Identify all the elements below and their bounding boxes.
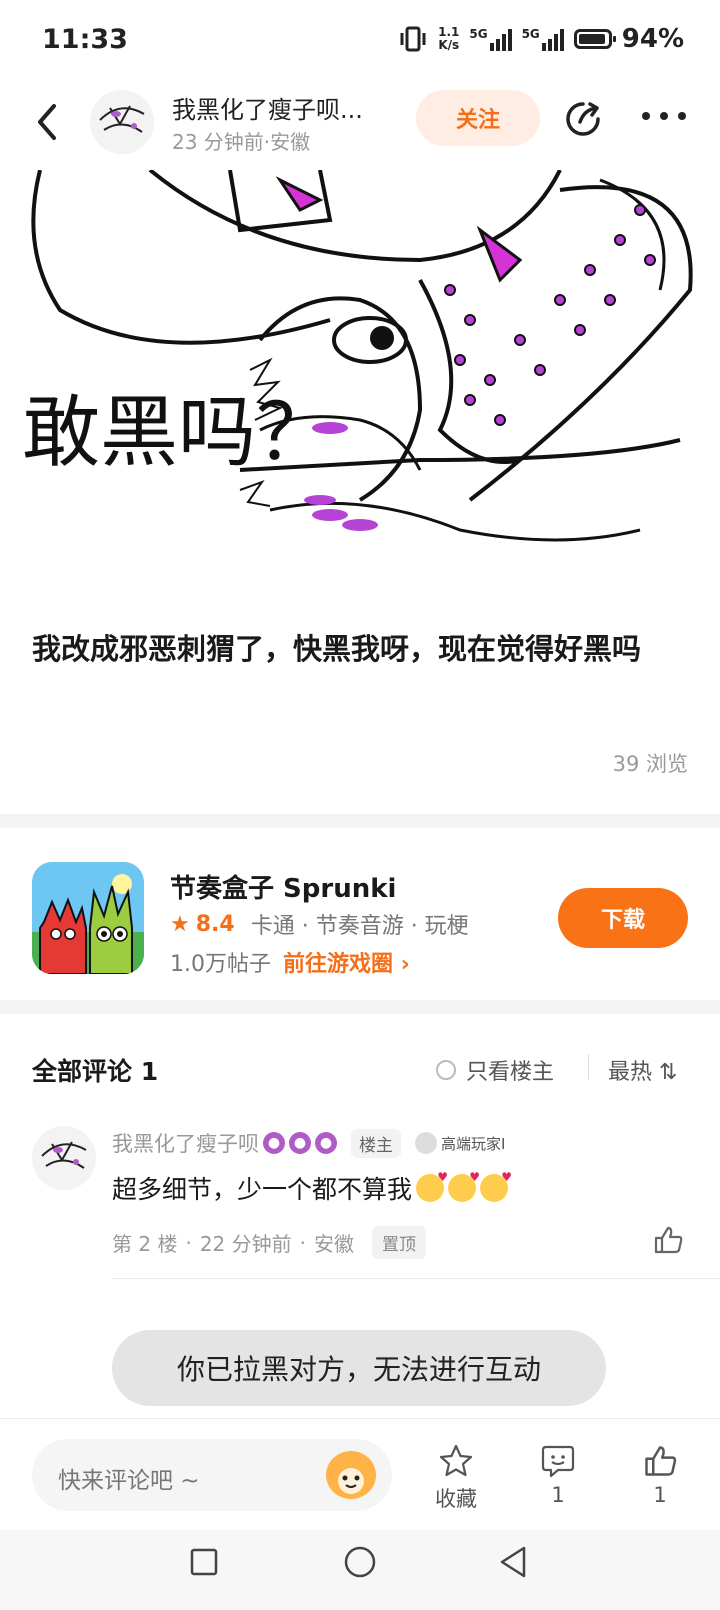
game-icon[interactable] <box>32 862 144 974</box>
share-icon[interactable] <box>562 98 604 140</box>
view-count: 39 浏览 <box>612 752 688 776</box>
smiling-hearts-emoji-icon <box>480 1170 512 1202</box>
image-caption: 敢黑吗？ <box>22 388 335 478</box>
follow-button[interactable]: 关注 <box>416 90 540 146</box>
net-speed: 1.1 K/s <box>438 25 460 52</box>
comment-divider <box>112 1278 720 1279</box>
blocked-toast: 你已拉黑对方，无法进行互动 <box>112 1330 606 1406</box>
comment-author[interactable]: 我黑化了瘦子呗 <box>112 1128 259 1158</box>
smiling-hearts-emoji-icon <box>416 1170 448 1202</box>
comment-bubble-icon <box>541 1445 575 1478</box>
post-meta: 23 分钟前·安徽 <box>172 130 311 154</box>
status-bar: 11:33 1.1 K/s 5G 5G 94% <box>0 0 720 80</box>
battery-level: 94% <box>621 24 684 54</box>
comment-input[interactable]: 快来评论吧 ~ <box>32 1439 392 1511</box>
section-divider <box>0 1000 720 1014</box>
only-op-toggle[interactable]: 只看楼主 <box>436 1054 554 1086</box>
sort-icon: ⇅ <box>659 1060 678 1085</box>
comments-button[interactable]: 1 <box>518 1443 598 1507</box>
status-icons: 1.1 K/s 5G 5G 94% <box>398 24 684 54</box>
game-title[interactable]: 节奏盒子 Sprunki <box>170 868 396 905</box>
devil-emoji-icon: ● <box>315 1132 337 1154</box>
game-tags: 卡通 · 节奏音游 · 玩梗 <box>250 914 469 939</box>
clock: 11:33 <box>42 24 128 55</box>
vibrate-icon <box>400 26 426 52</box>
battery-icon <box>573 29 616 49</box>
level-avatar-icon <box>415 1132 437 1154</box>
favorite-button[interactable]: 收藏 <box>416 1443 496 1513</box>
download-button[interactable]: 下载 <box>558 888 688 948</box>
star-outline-icon <box>439 1444 473 1477</box>
level-badge: 高端玩家I <box>415 1132 505 1154</box>
more-options-icon[interactable] <box>642 112 686 122</box>
comment-body: 超多细节，少一个都不算我 <box>112 1170 512 1206</box>
author-name[interactable]: 我黑化了瘦子呗... <box>172 90 363 125</box>
pin-button[interactable]: 置顶 <box>371 1226 426 1259</box>
game-meta: ★ 8.4 卡通 · 节奏音游 · 玩梗 <box>170 908 469 940</box>
comment-floor: 第 2 楼 <box>112 1232 178 1256</box>
comment-time: 22 分钟前 <box>199 1232 292 1256</box>
back-arrow-icon[interactable] <box>32 102 62 142</box>
chevron-right-icon: › <box>400 952 410 977</box>
signal-1-icon: 5G <box>469 27 512 51</box>
comment-author-row: 我黑化了瘦子呗 ● ● ● 楼主 高端玩家I <box>112 1128 505 1158</box>
section-divider <box>0 814 720 828</box>
post-body: 我改成邪恶刺猬了，快黑我呀，现在觉得好黑吗 <box>32 632 642 666</box>
signal-2-icon: 5G <box>522 27 564 51</box>
game-posts-count: 1.0万帖子 <box>170 952 271 977</box>
back-nav-icon[interactable] <box>496 1544 530 1580</box>
sort-dropdown[interactable]: 最热 ⇅ <box>608 1054 677 1086</box>
thumbs-up-icon[interactable] <box>652 1224 684 1256</box>
post-header: 我黑化了瘦子呗... 23 分钟前·安徽 关注 <box>0 82 720 168</box>
radio-icon[interactable] <box>436 1060 456 1080</box>
bottom-action-bar: 快来评论吧 ~ 收藏 1 1 <box>0 1418 720 1527</box>
op-badge: 楼主 <box>351 1128 401 1158</box>
game-posts-row: 1.0万帖子 前往游戏圈 › <box>170 946 410 978</box>
game-rating: 8.4 <box>195 911 235 937</box>
goto-game-circle-link[interactable]: 前往游戏圈 › <box>283 946 410 978</box>
thumbs-up-icon <box>645 1446 677 1476</box>
system-nav-bar <box>0 1530 720 1610</box>
smiling-hearts-emoji-icon <box>448 1170 480 1202</box>
like-button[interactable]: 1 <box>620 1443 700 1507</box>
post-image[interactable]: 敢黑吗？ <box>0 170 720 580</box>
comment-placeholder: 快来评论吧 ~ <box>58 1468 200 1494</box>
divider <box>588 1054 589 1080</box>
star-icon: ★ <box>170 911 190 937</box>
mascot-icon[interactable] <box>326 1451 376 1499</box>
author-avatar[interactable] <box>90 90 154 154</box>
comment-avatar[interactable] <box>32 1126 96 1190</box>
devil-emoji-icon: ● <box>289 1132 311 1154</box>
recent-apps-icon[interactable] <box>188 1546 220 1578</box>
comment-meta: 第 2 楼 · 22 分钟前 · 安徽 置顶 <box>112 1226 426 1259</box>
devil-emoji-icon: ● <box>263 1132 285 1154</box>
comment-location: 安徽 <box>313 1232 354 1256</box>
comments-title: 全部评论 1 <box>32 1057 159 1086</box>
home-icon[interactable] <box>342 1544 378 1580</box>
